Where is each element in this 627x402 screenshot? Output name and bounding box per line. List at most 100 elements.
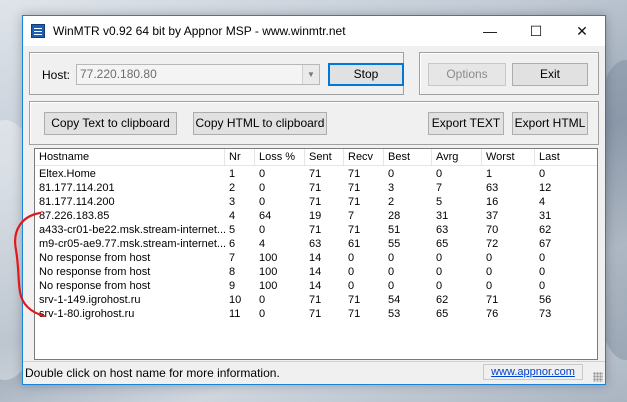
export-html-button[interactable]: Export HTML bbox=[512, 112, 588, 135]
table-row[interactable]: No response from host 9 100 14 0 0 0 0 0 bbox=[35, 279, 597, 293]
exit-button[interactable]: Exit bbox=[512, 63, 588, 86]
table-row[interactable]: srv-1-149.igrohost.ru 10 0 71 71 54 62 71 56 bbox=[35, 293, 597, 307]
table-cell-nr: 3 bbox=[229, 196, 236, 208]
table-cell-best: 0 bbox=[388, 252, 395, 264]
table-cell-worst: 1 bbox=[486, 168, 493, 180]
table-cell-avrg: 0 bbox=[436, 168, 443, 180]
table-cell-nr: 8 bbox=[229, 266, 236, 278]
table-cell-last: 56 bbox=[539, 294, 552, 306]
column-header-worst[interactable]: Worst bbox=[482, 149, 535, 165]
table-cell-best: 2 bbox=[388, 196, 395, 208]
table-cell-loss: 100 bbox=[259, 280, 278, 292]
table-row[interactable]: a433-cr01-be22.msk.stream-internet.... 5 0… bbox=[35, 223, 597, 237]
table-cell-recv: 71 bbox=[348, 182, 361, 194]
table-cell-sent: 14 bbox=[309, 280, 322, 292]
table-cell-sent: 71 bbox=[309, 308, 322, 320]
column-header-nr[interactable]: Nr bbox=[225, 149, 255, 165]
table-cell-best: 28 bbox=[388, 210, 401, 222]
minimize-icon[interactable]: — bbox=[467, 16, 513, 46]
stop-button[interactable]: Stop bbox=[328, 63, 404, 86]
column-header-hostname[interactable]: Hostname bbox=[35, 149, 225, 165]
appnor-link[interactable]: www.appnor.com bbox=[483, 364, 583, 380]
table-cell-worst: 0 bbox=[486, 252, 493, 264]
export-panel: Copy Text to clipboard Copy HTML to clip… bbox=[29, 101, 599, 145]
winmtr-app-icon bbox=[31, 24, 45, 38]
table-cell-worst: 63 bbox=[486, 182, 499, 194]
table-cell-hostname[interactable]: No response from host bbox=[35, 251, 225, 265]
table-cell-avrg: 5 bbox=[436, 196, 443, 208]
table-cell-last: 31 bbox=[539, 210, 552, 222]
status-text: Double click on host name for more infor… bbox=[25, 366, 280, 380]
table-cell-nr: 9 bbox=[229, 280, 236, 292]
table-cell-hostname[interactable]: 81.177.114.200 bbox=[35, 195, 225, 209]
table-cell-avrg: 0 bbox=[436, 280, 443, 292]
status-bar: Double click on host name for more infor… bbox=[23, 361, 605, 384]
table-cell-worst: 0 bbox=[486, 266, 493, 278]
table-cell-hostname[interactable]: No response from host bbox=[35, 279, 225, 293]
table-cell-recv: 71 bbox=[348, 294, 361, 306]
table-cell-avrg: 0 bbox=[436, 266, 443, 278]
close-icon[interactable]: ✕ bbox=[559, 16, 605, 46]
table-cell-hostname[interactable]: 81.177.114.201 bbox=[35, 181, 225, 195]
chevron-down-icon[interactable]: ▼ bbox=[302, 65, 319, 84]
table-cell-sent: 71 bbox=[309, 196, 322, 208]
table-cell-worst: 0 bbox=[486, 280, 493, 292]
copy-text-button[interactable]: Copy Text to clipboard bbox=[44, 112, 177, 135]
table-cell-best: 54 bbox=[388, 294, 401, 306]
table-cell-worst: 37 bbox=[486, 210, 499, 222]
table-cell-sent: 71 bbox=[309, 168, 322, 180]
table-row[interactable]: m9-cr05-ae9.77.msk.stream-internet.... 6 4… bbox=[35, 237, 597, 251]
column-header-recv[interactable]: Recv bbox=[344, 149, 384, 165]
table-cell-sent: 71 bbox=[309, 224, 322, 236]
table-cell-recv: 7 bbox=[348, 210, 355, 222]
table-cell-last: 67 bbox=[539, 238, 552, 250]
table-cell-hostname[interactable]: m9-cr05-ae9.77.msk.stream-internet.... bbox=[35, 237, 225, 251]
table-cell-avrg: 0 bbox=[436, 252, 443, 264]
options-button[interactable]: Options bbox=[428, 63, 506, 86]
table-row[interactable]: 81.177.114.201 2 0 71 71 3 7 63 12 bbox=[35, 181, 597, 195]
table-cell-last: 0 bbox=[539, 168, 546, 180]
table-cell-hostname[interactable]: 87.226.183.85 bbox=[35, 209, 225, 223]
table-cell-worst: 72 bbox=[486, 238, 499, 250]
table-cell-loss: 0 bbox=[259, 168, 266, 180]
column-header-avrg[interactable]: Avrg bbox=[432, 149, 482, 165]
column-header-sent[interactable]: Sent bbox=[305, 149, 344, 165]
table-row[interactable]: srv-1-80.igrohost.ru 11 0 71 71 53 65 76 73 bbox=[35, 307, 597, 321]
table-cell-recv: 71 bbox=[348, 168, 361, 180]
results-table[interactable]: Hostname Nr Loss % Sent Recv Best Avrg W… bbox=[34, 148, 598, 360]
table-row[interactable]: No response from host 7 100 14 0 0 0 0 0 bbox=[35, 251, 597, 265]
table-cell-hostname[interactable]: No response from host bbox=[35, 265, 225, 279]
table-header: Hostname Nr Loss % Sent Recv Best Avrg W… bbox=[35, 149, 597, 166]
table-row[interactable]: 81.177.114.200 3 0 71 71 2 5 16 4 bbox=[35, 195, 597, 209]
title-bar[interactable]: WinMTR v0.92 64 bit by Appnor MSP - www.… bbox=[23, 16, 605, 46]
table-cell-hostname[interactable]: a433-cr01-be22.msk.stream-internet.... bbox=[35, 223, 225, 237]
column-header-last[interactable]: Last bbox=[535, 149, 597, 165]
resize-grip-icon[interactable] bbox=[593, 372, 603, 382]
table-cell-nr: 5 bbox=[229, 224, 236, 236]
table-cell-hostname[interactable]: srv-1-80.igrohost.ru bbox=[35, 307, 225, 321]
table-cell-last: 0 bbox=[539, 252, 546, 264]
table-row[interactable]: 87.226.183.85 4 64 19 7 28 31 37 31 bbox=[35, 209, 597, 223]
table-row[interactable]: Eltex.Home 1 0 71 71 0 0 1 0 bbox=[35, 167, 597, 181]
table-cell-nr: 6 bbox=[229, 238, 236, 250]
table-cell-recv: 71 bbox=[348, 224, 361, 236]
table-cell-hostname[interactable]: srv-1-149.igrohost.ru bbox=[35, 293, 225, 307]
table-cell-sent: 14 bbox=[309, 252, 322, 264]
table-cell-sent: 71 bbox=[309, 182, 322, 194]
table-cell-best: 55 bbox=[388, 238, 401, 250]
table-row[interactable]: No response from host 8 100 14 0 0 0 0 0 bbox=[35, 265, 597, 279]
table-cell-loss: 4 bbox=[259, 238, 266, 250]
table-cell-best: 0 bbox=[388, 168, 395, 180]
table-cell-hostname[interactable]: Eltex.Home bbox=[35, 167, 225, 181]
copy-html-button[interactable]: Copy HTML to clipboard bbox=[193, 112, 327, 135]
table-cell-recv: 0 bbox=[348, 266, 355, 278]
table-cell-last: 62 bbox=[539, 224, 552, 236]
export-text-button[interactable]: Export TEXT bbox=[428, 112, 504, 135]
table-cell-nr: 7 bbox=[229, 252, 236, 264]
host-input[interactable]: 77.220.180.80 ▼ bbox=[76, 64, 320, 85]
column-header-loss[interactable]: Loss % bbox=[255, 149, 305, 165]
table-cell-loss: 100 bbox=[259, 252, 278, 264]
maximize-icon[interactable]: ☐ bbox=[513, 16, 559, 46]
table-cell-loss: 0 bbox=[259, 294, 266, 306]
column-header-best[interactable]: Best bbox=[384, 149, 432, 165]
